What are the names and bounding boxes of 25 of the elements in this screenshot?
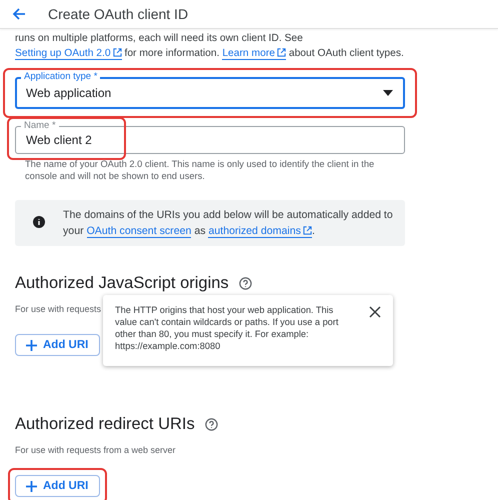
- link[interactable]: OAuth consent screen: [86, 225, 192, 238]
- link[interactable]: authorized domains: [208, 225, 312, 238]
- help-icon[interactable]: [204, 418, 218, 431]
- section-description: For use with requests: [15, 304, 102, 314]
- section-heading: Authorized redirect URIs: [15, 415, 195, 434]
- link[interactable]: Learn more: [222, 48, 286, 60]
- link[interactable]: Setting up OAuth 2.0: [15, 48, 122, 60]
- plus-icon: [26, 480, 37, 492]
- plus-icon: [26, 340, 37, 350]
- info-icon: [33, 216, 45, 228]
- tooltip-text: The HTTP origins that host your web application. This value can't contain wildcards or paths. If you use a port other than 80, you must specify it. For example: https://example.com:8080: [115, 304, 340, 352]
- section-heading: Authorized JavaScript origins: [15, 274, 229, 293]
- back-arrow-icon[interactable]: [12, 7, 26, 21]
- dropdown-caret-icon: [382, 90, 394, 96]
- field-label: Application type *: [21, 71, 100, 82]
- help-icon[interactable]: [238, 277, 252, 290]
- helper-text: The name of your OAuth 2.0 client. This name is only used to identify the client in the console and will not be shown to end users.: [25, 158, 376, 182]
- close-button[interactable]: [369, 306, 381, 318]
- field-label: Name *: [21, 120, 59, 131]
- section-description: For use with requests from a web server: [15, 445, 176, 455]
- add-uri-button[interactable]: Add URI: [15, 475, 100, 497]
- intro-text: runs on multiple platforms, each will need its own client ID. See Setting up OAuth 2.0 for more information. Learn more about OAuth client types.: [15, 32, 405, 61]
- page-title: Create OAuth client ID: [48, 6, 188, 22]
- info-text: The domains of the URIs you add below will be automatically added to your OAuth consent screen as authorized domains .: [63, 208, 393, 239]
- add-uri-button[interactable]: Add URI: [15, 334, 100, 356]
